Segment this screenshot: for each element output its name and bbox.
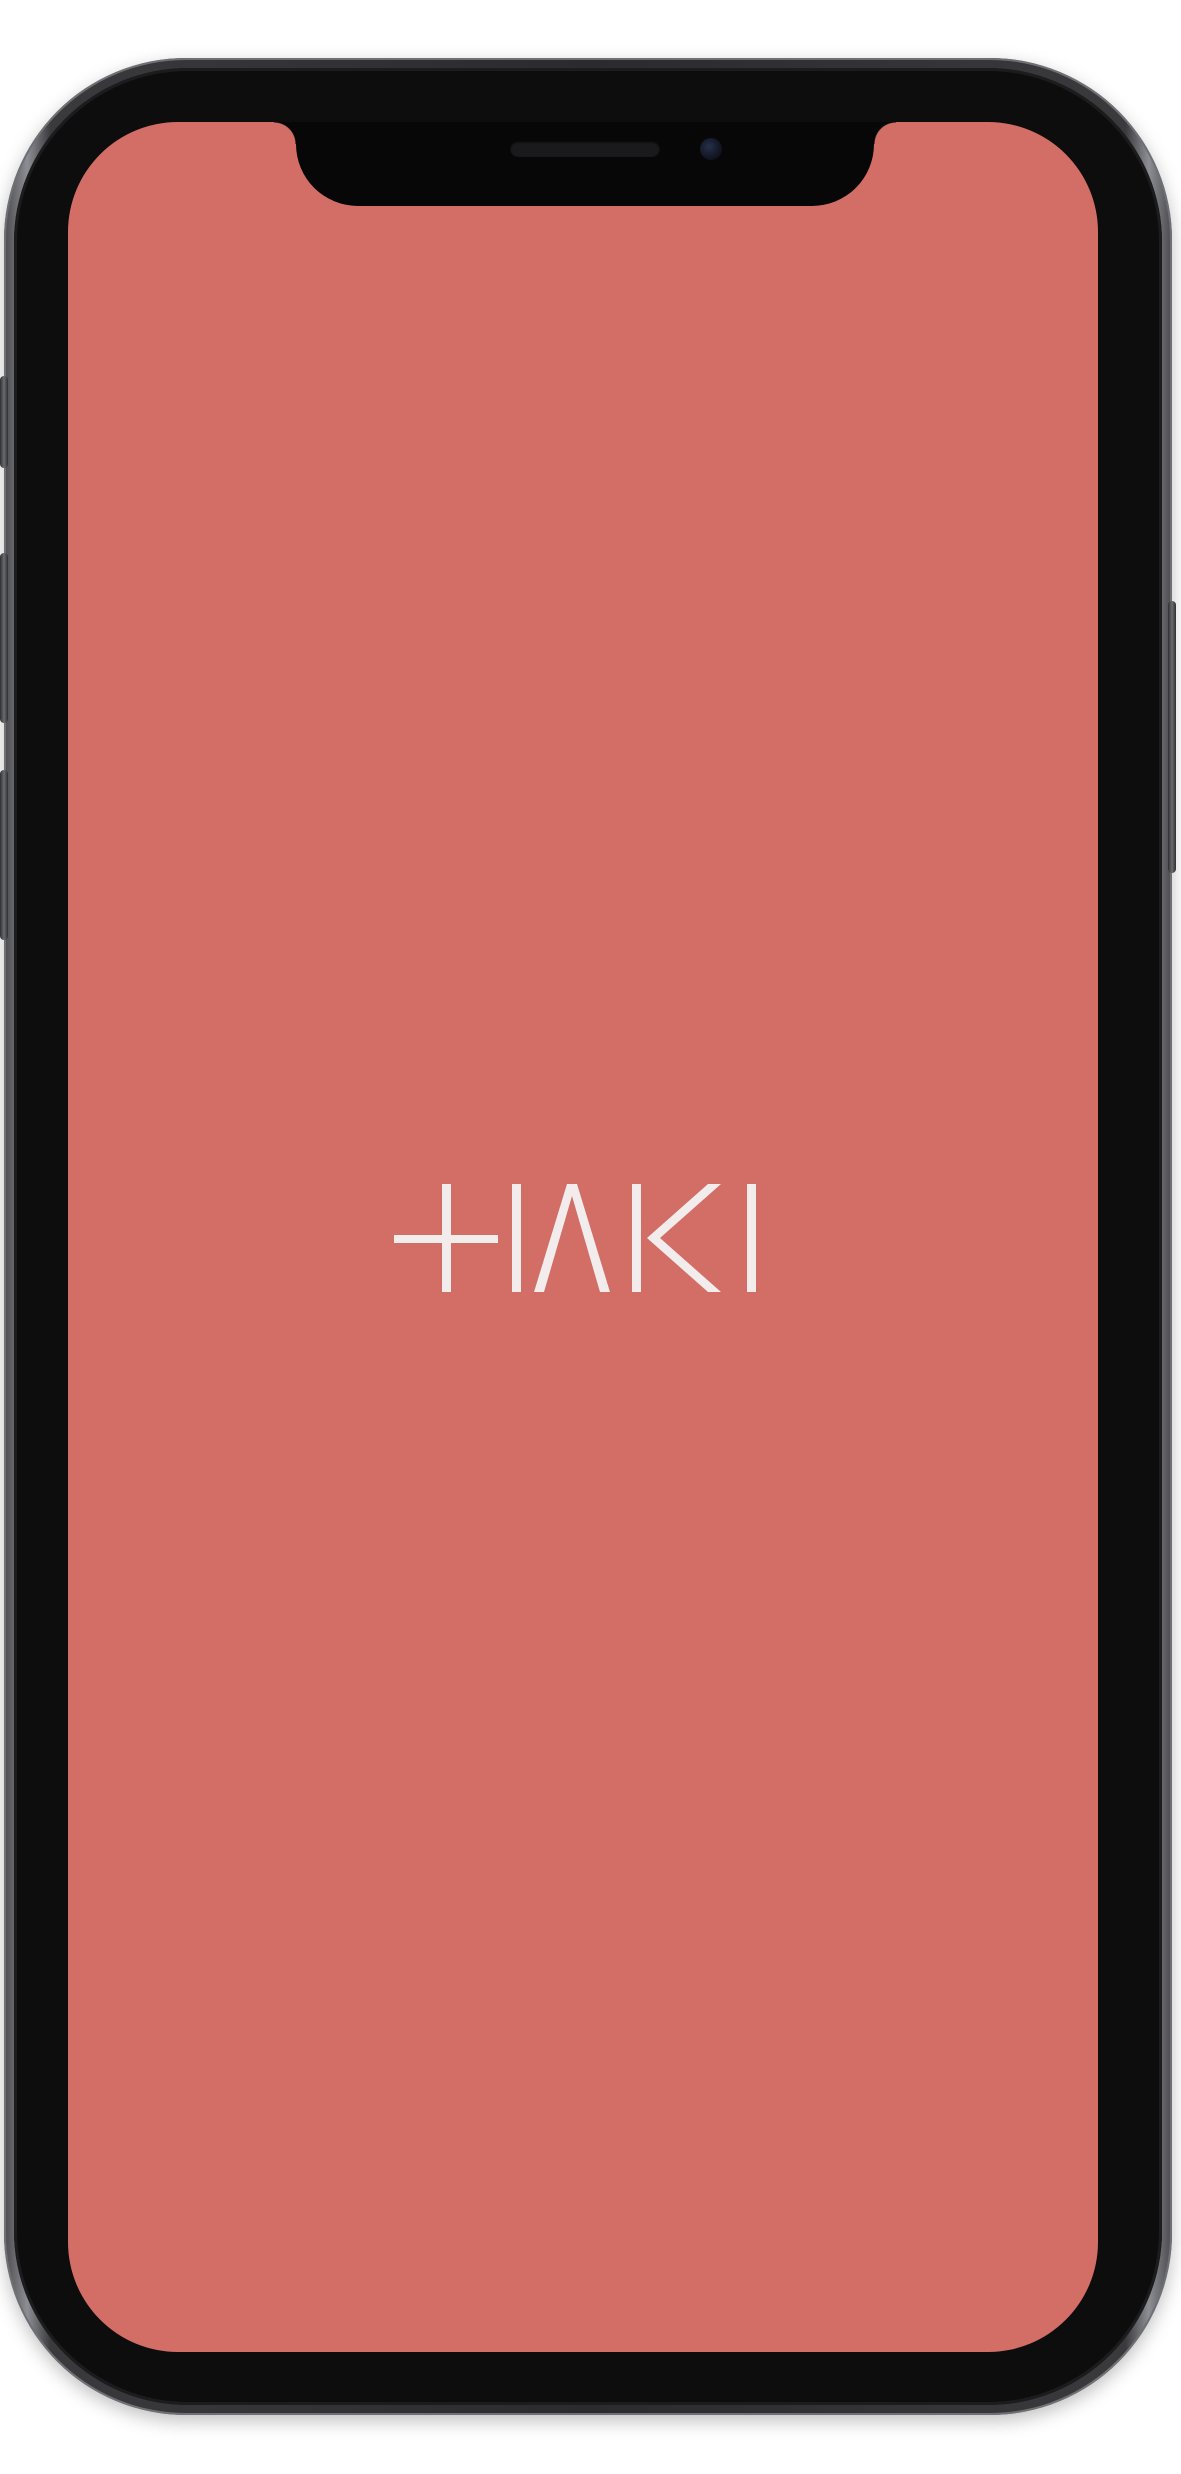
notch bbox=[274, 122, 896, 206]
volume-up-button bbox=[0, 553, 8, 723]
front-camera-icon bbox=[700, 138, 722, 160]
volume-down-button bbox=[0, 770, 8, 940]
haki-logo bbox=[394, 1184, 756, 1292]
silent-switch bbox=[0, 376, 8, 468]
haki-logo-strokes bbox=[394, 1184, 756, 1292]
power-button bbox=[1168, 601, 1176, 873]
earpiece-speaker-icon bbox=[510, 141, 660, 157]
